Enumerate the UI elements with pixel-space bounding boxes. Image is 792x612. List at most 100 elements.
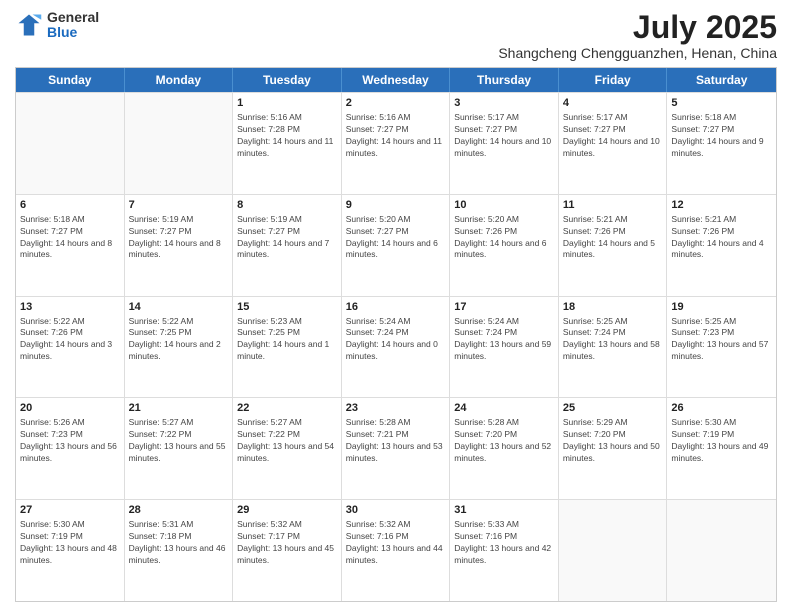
calendar-cell: 27Sunrise: 5:30 AM Sunset: 7:19 PM Dayli… bbox=[16, 500, 125, 601]
day-number: 19 bbox=[671, 300, 772, 315]
day-info: Sunrise: 5:21 AM Sunset: 7:26 PM Dayligh… bbox=[671, 214, 772, 262]
calendar-row: 13Sunrise: 5:22 AM Sunset: 7:26 PM Dayli… bbox=[16, 296, 776, 398]
day-number: 8 bbox=[237, 198, 337, 213]
calendar: SundayMondayTuesdayWednesdayThursdayFrid… bbox=[15, 67, 777, 602]
day-number: 26 bbox=[671, 401, 772, 416]
calendar-cell: 9Sunrise: 5:20 AM Sunset: 7:27 PM Daylig… bbox=[342, 195, 451, 296]
day-info: Sunrise: 5:22 AM Sunset: 7:26 PM Dayligh… bbox=[20, 316, 120, 364]
day-info: Sunrise: 5:18 AM Sunset: 7:27 PM Dayligh… bbox=[20, 214, 120, 262]
calendar-cell: 8Sunrise: 5:19 AM Sunset: 7:27 PM Daylig… bbox=[233, 195, 342, 296]
day-info: Sunrise: 5:30 AM Sunset: 7:19 PM Dayligh… bbox=[671, 417, 772, 465]
day-info: Sunrise: 5:28 AM Sunset: 7:21 PM Dayligh… bbox=[346, 417, 446, 465]
day-number: 23 bbox=[346, 401, 446, 416]
calendar-cell: 4Sunrise: 5:17 AM Sunset: 7:27 PM Daylig… bbox=[559, 93, 668, 194]
day-info: Sunrise: 5:22 AM Sunset: 7:25 PM Dayligh… bbox=[129, 316, 229, 364]
day-number: 29 bbox=[237, 503, 337, 518]
day-number: 31 bbox=[454, 503, 554, 518]
day-info: Sunrise: 5:31 AM Sunset: 7:18 PM Dayligh… bbox=[129, 519, 229, 567]
day-info: Sunrise: 5:29 AM Sunset: 7:20 PM Dayligh… bbox=[563, 417, 663, 465]
day-info: Sunrise: 5:17 AM Sunset: 7:27 PM Dayligh… bbox=[563, 112, 663, 160]
weekday-header: Monday bbox=[125, 68, 234, 92]
day-info: Sunrise: 5:20 AM Sunset: 7:27 PM Dayligh… bbox=[346, 214, 446, 262]
logo-general: General bbox=[47, 10, 99, 25]
day-number: 11 bbox=[563, 198, 663, 213]
calendar-cell bbox=[16, 93, 125, 194]
calendar-cell: 13Sunrise: 5:22 AM Sunset: 7:26 PM Dayli… bbox=[16, 297, 125, 398]
day-info: Sunrise: 5:18 AM Sunset: 7:27 PM Dayligh… bbox=[671, 112, 772, 160]
calendar-cell: 6Sunrise: 5:18 AM Sunset: 7:27 PM Daylig… bbox=[16, 195, 125, 296]
day-number: 15 bbox=[237, 300, 337, 315]
day-info: Sunrise: 5:27 AM Sunset: 7:22 PM Dayligh… bbox=[129, 417, 229, 465]
day-info: Sunrise: 5:32 AM Sunset: 7:16 PM Dayligh… bbox=[346, 519, 446, 567]
day-number: 22 bbox=[237, 401, 337, 416]
calendar-cell: 22Sunrise: 5:27 AM Sunset: 7:22 PM Dayli… bbox=[233, 398, 342, 499]
weekday-header: Wednesday bbox=[342, 68, 451, 92]
logo-text: General Blue bbox=[47, 10, 99, 41]
calendar-cell: 19Sunrise: 5:25 AM Sunset: 7:23 PM Dayli… bbox=[667, 297, 776, 398]
calendar-row: 27Sunrise: 5:30 AM Sunset: 7:19 PM Dayli… bbox=[16, 499, 776, 601]
day-info: Sunrise: 5:19 AM Sunset: 7:27 PM Dayligh… bbox=[129, 214, 229, 262]
calendar-cell: 2Sunrise: 5:16 AM Sunset: 7:27 PM Daylig… bbox=[342, 93, 451, 194]
calendar-cell bbox=[667, 500, 776, 601]
day-info: Sunrise: 5:33 AM Sunset: 7:16 PM Dayligh… bbox=[454, 519, 554, 567]
calendar-cell: 15Sunrise: 5:23 AM Sunset: 7:25 PM Dayli… bbox=[233, 297, 342, 398]
day-info: Sunrise: 5:32 AM Sunset: 7:17 PM Dayligh… bbox=[237, 519, 337, 567]
calendar-cell: 12Sunrise: 5:21 AM Sunset: 7:26 PM Dayli… bbox=[667, 195, 776, 296]
logo-blue: Blue bbox=[47, 25, 99, 40]
day-info: Sunrise: 5:21 AM Sunset: 7:26 PM Dayligh… bbox=[563, 214, 663, 262]
day-info: Sunrise: 5:16 AM Sunset: 7:28 PM Dayligh… bbox=[237, 112, 337, 160]
day-info: Sunrise: 5:28 AM Sunset: 7:20 PM Dayligh… bbox=[454, 417, 554, 465]
calendar-cell: 7Sunrise: 5:19 AM Sunset: 7:27 PM Daylig… bbox=[125, 195, 234, 296]
day-number: 2 bbox=[346, 96, 446, 111]
calendar-cell: 30Sunrise: 5:32 AM Sunset: 7:16 PM Dayli… bbox=[342, 500, 451, 601]
day-info: Sunrise: 5:17 AM Sunset: 7:27 PM Dayligh… bbox=[454, 112, 554, 160]
day-info: Sunrise: 5:16 AM Sunset: 7:27 PM Dayligh… bbox=[346, 112, 446, 160]
calendar-cell: 31Sunrise: 5:33 AM Sunset: 7:16 PM Dayli… bbox=[450, 500, 559, 601]
day-info: Sunrise: 5:30 AM Sunset: 7:19 PM Dayligh… bbox=[20, 519, 120, 567]
day-info: Sunrise: 5:24 AM Sunset: 7:24 PM Dayligh… bbox=[346, 316, 446, 364]
logo-icon bbox=[15, 11, 43, 39]
calendar-cell: 10Sunrise: 5:20 AM Sunset: 7:26 PM Dayli… bbox=[450, 195, 559, 296]
month-year: July 2025 bbox=[498, 10, 777, 45]
day-number: 30 bbox=[346, 503, 446, 518]
calendar-cell: 11Sunrise: 5:21 AM Sunset: 7:26 PM Dayli… bbox=[559, 195, 668, 296]
weekday-header: Friday bbox=[559, 68, 668, 92]
calendar-body: 1Sunrise: 5:16 AM Sunset: 7:28 PM Daylig… bbox=[16, 92, 776, 601]
day-number: 9 bbox=[346, 198, 446, 213]
calendar-cell: 5Sunrise: 5:18 AM Sunset: 7:27 PM Daylig… bbox=[667, 93, 776, 194]
day-info: Sunrise: 5:23 AM Sunset: 7:25 PM Dayligh… bbox=[237, 316, 337, 364]
day-number: 24 bbox=[454, 401, 554, 416]
day-info: Sunrise: 5:26 AM Sunset: 7:23 PM Dayligh… bbox=[20, 417, 120, 465]
day-number: 13 bbox=[20, 300, 120, 315]
calendar-cell: 28Sunrise: 5:31 AM Sunset: 7:18 PM Dayli… bbox=[125, 500, 234, 601]
title-block: July 2025 Shangcheng Chengguanzhen, Hena… bbox=[498, 10, 777, 61]
day-number: 25 bbox=[563, 401, 663, 416]
weekday-header: Saturday bbox=[667, 68, 776, 92]
page: General Blue July 2025 Shangcheng Chengg… bbox=[0, 0, 792, 612]
calendar-header: SundayMondayTuesdayWednesdayThursdayFrid… bbox=[16, 68, 776, 92]
calendar-cell: 20Sunrise: 5:26 AM Sunset: 7:23 PM Dayli… bbox=[16, 398, 125, 499]
calendar-cell: 24Sunrise: 5:28 AM Sunset: 7:20 PM Dayli… bbox=[450, 398, 559, 499]
header: General Blue July 2025 Shangcheng Chengg… bbox=[15, 10, 777, 61]
calendar-cell: 18Sunrise: 5:25 AM Sunset: 7:24 PM Dayli… bbox=[559, 297, 668, 398]
day-number: 4 bbox=[563, 96, 663, 111]
calendar-cell: 21Sunrise: 5:27 AM Sunset: 7:22 PM Dayli… bbox=[125, 398, 234, 499]
day-number: 14 bbox=[129, 300, 229, 315]
day-number: 28 bbox=[129, 503, 229, 518]
day-info: Sunrise: 5:19 AM Sunset: 7:27 PM Dayligh… bbox=[237, 214, 337, 262]
calendar-row: 6Sunrise: 5:18 AM Sunset: 7:27 PM Daylig… bbox=[16, 194, 776, 296]
weekday-header: Tuesday bbox=[233, 68, 342, 92]
day-number: 5 bbox=[671, 96, 772, 111]
calendar-row: 20Sunrise: 5:26 AM Sunset: 7:23 PM Dayli… bbox=[16, 397, 776, 499]
day-number: 12 bbox=[671, 198, 772, 213]
calendar-row: 1Sunrise: 5:16 AM Sunset: 7:28 PM Daylig… bbox=[16, 92, 776, 194]
weekday-header: Thursday bbox=[450, 68, 559, 92]
calendar-cell: 29Sunrise: 5:32 AM Sunset: 7:17 PM Dayli… bbox=[233, 500, 342, 601]
day-number: 27 bbox=[20, 503, 120, 518]
calendar-cell: 23Sunrise: 5:28 AM Sunset: 7:21 PM Dayli… bbox=[342, 398, 451, 499]
logo: General Blue bbox=[15, 10, 99, 41]
day-info: Sunrise: 5:25 AM Sunset: 7:24 PM Dayligh… bbox=[563, 316, 663, 364]
day-number: 16 bbox=[346, 300, 446, 315]
day-number: 10 bbox=[454, 198, 554, 213]
calendar-cell: 16Sunrise: 5:24 AM Sunset: 7:24 PM Dayli… bbox=[342, 297, 451, 398]
